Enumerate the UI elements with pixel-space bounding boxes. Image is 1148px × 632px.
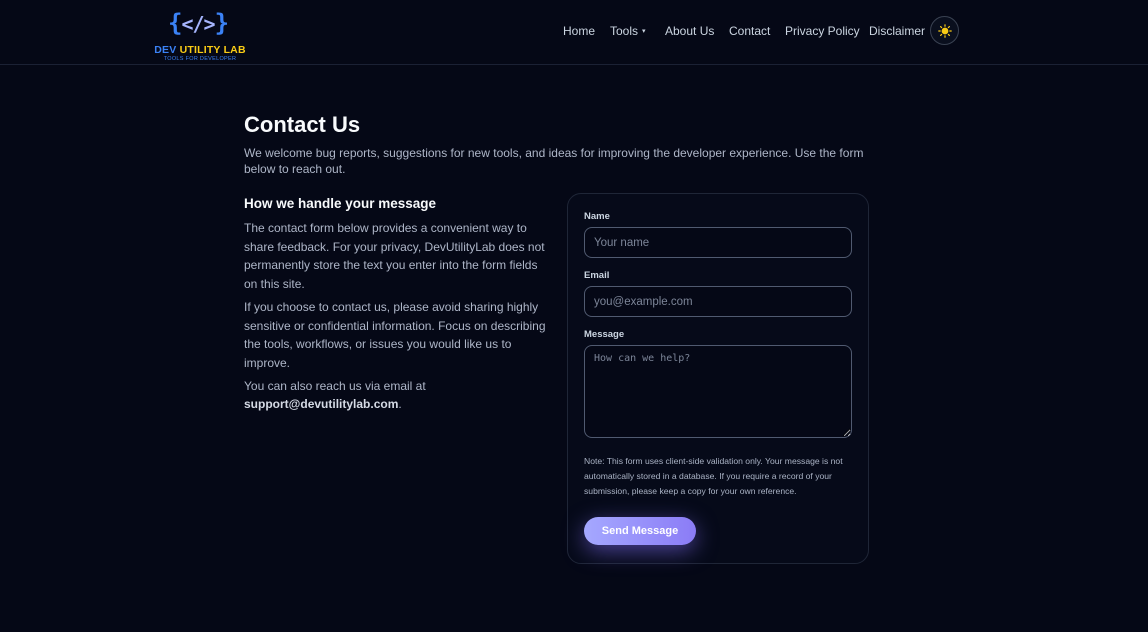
logo-name-dev: DEV — [154, 44, 177, 56]
logo-brace-open: { — [168, 9, 182, 37]
info-paragraph-storage: The contact form below provides a conven… — [244, 221, 545, 292]
send-message-button[interactable]: Send Message — [584, 517, 696, 545]
email-label: Email — [584, 270, 610, 281]
message-textarea[interactable] — [584, 345, 852, 438]
logo-slash: </> — [181, 12, 215, 36]
code-brackets-icon: {</>} — [168, 8, 229, 38]
info-email-prefix: You can also reach us via email at — [244, 378, 426, 393]
message-label: Message — [584, 329, 625, 340]
info-paragraph-email: You can also reach us via email at suppo… — [244, 377, 549, 414]
info-email-suffix: . — [398, 397, 402, 412]
name-input[interactable] — [584, 227, 852, 258]
chevron-down-icon: ▾ — [642, 28, 646, 35]
nav-tools-label: Tools — [610, 24, 639, 38]
nav-contact[interactable]: Contact — [729, 22, 770, 40]
nav-privacy-policy[interactable]: Privacy Policy — [785, 22, 860, 40]
site-logo[interactable]: {</>} DEV UTILITY LAB TOOLS FOR DEVELOPE… — [154, 8, 246, 64]
theme-toggle-button[interactable] — [930, 16, 959, 45]
nav-home[interactable]: Home — [563, 22, 595, 40]
site-header: {</>} DEV UTILITY LAB TOOLS FOR DEVELOPE… — [0, 0, 1148, 65]
nav-disclaimer[interactable]: Disclaimer — [869, 22, 925, 40]
info-paragraph-privacy: If you choose to contact us, please avoi… — [244, 299, 546, 370]
logo-brace-close: } — [214, 9, 229, 37]
nav-tools[interactable]: Tools ▾ — [610, 22, 646, 41]
logo-name-rest: UTILITY LAB — [179, 44, 246, 56]
logo-name: DEV UTILITY LAB — [154, 44, 246, 56]
page-title: Contact Us — [244, 112, 361, 137]
email-input[interactable] — [584, 286, 852, 317]
nav-about[interactable]: About Us — [665, 22, 714, 40]
sun-icon — [938, 24, 952, 38]
message-handling-info: How we handle your message The contact f… — [244, 195, 549, 418]
info-heading: How we handle your message — [244, 196, 437, 211]
logo-tagline: TOOLS FOR DEVELOPER — [163, 56, 237, 62]
form-note: Note: This form uses client-side validat… — [584, 456, 843, 497]
support-email-link[interactable]: support@devutilitylab.com — [244, 397, 398, 411]
name-label: Name — [584, 211, 610, 222]
contact-form: Name Email Message Note: This form uses … — [567, 193, 869, 564]
page-intro: We welcome bug reports, suggestions for … — [244, 146, 864, 176]
